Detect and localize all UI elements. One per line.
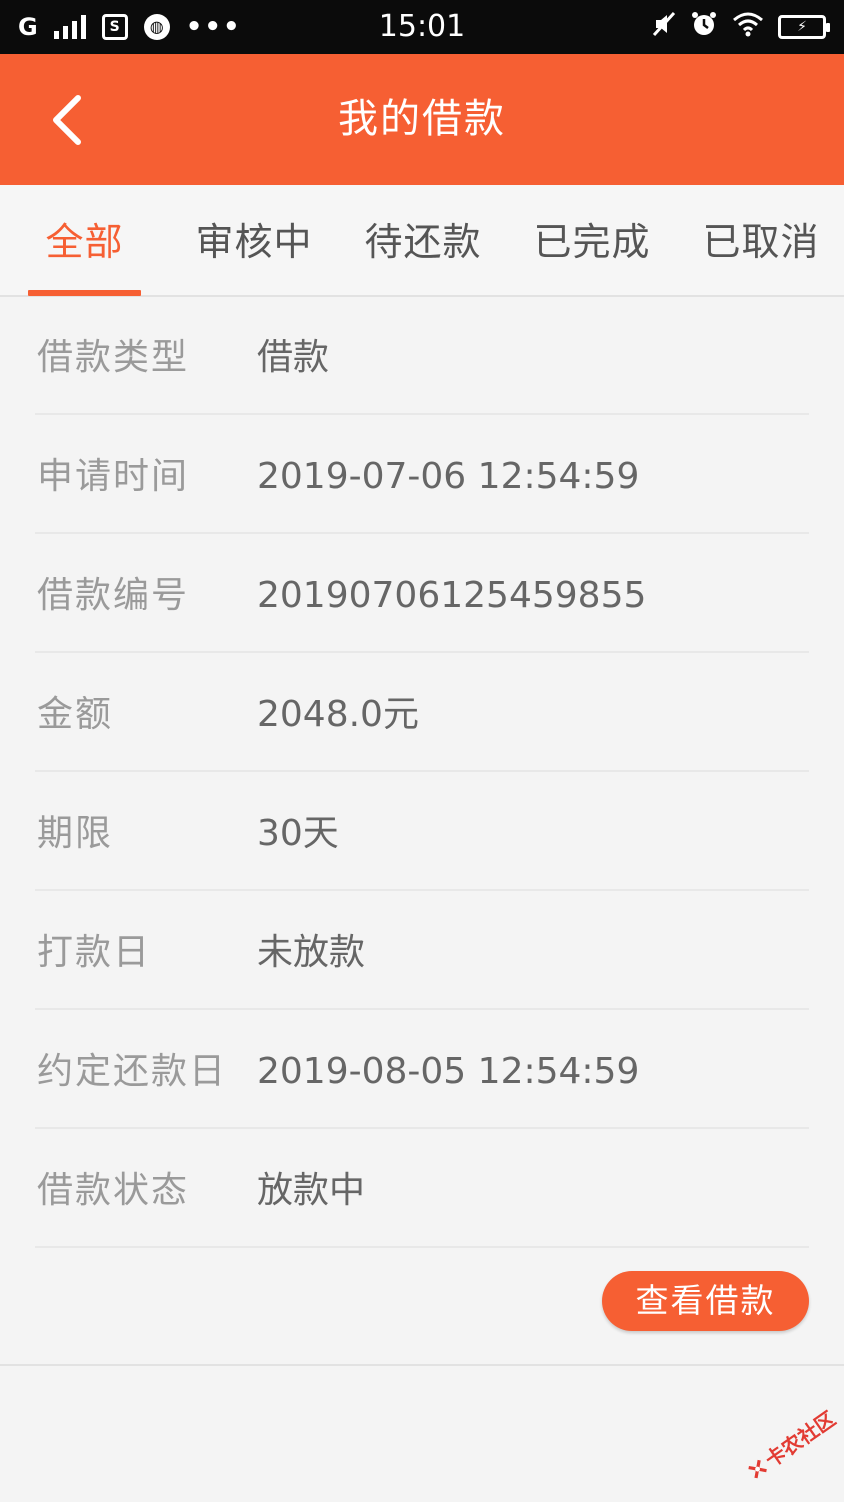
watermark: 卡农社区 bbox=[731, 1388, 844, 1502]
loan-status-value: 放款中 bbox=[257, 1170, 366, 1211]
tab-bar: 全部 审核中 待还款 已完成 已取消 bbox=[0, 185, 844, 297]
amount-value: 2048.0元 bbox=[257, 694, 419, 735]
tab-pending-repayment[interactable]: 待还款 bbox=[349, 217, 497, 267]
apply-time-row: 申请时间 2019-07-06 12:54:59 bbox=[35, 416, 809, 534]
page-title: 我的借款 bbox=[338, 96, 506, 142]
apply-time-label: 申请时间 bbox=[37, 456, 190, 497]
loan-type-value: 借款 bbox=[257, 337, 330, 378]
loan-number-label: 借款编号 bbox=[37, 575, 190, 616]
amount-row: 金额 2048.0元 bbox=[35, 654, 809, 772]
due-date-label: 约定还款日 bbox=[37, 1051, 228, 1092]
watermark-text: 卡农社区 bbox=[760, 1406, 840, 1473]
card-divider bbox=[0, 1364, 844, 1366]
title-bar: 我的借款 bbox=[0, 54, 844, 185]
term-value: 30天 bbox=[257, 813, 339, 854]
view-loan-button[interactable]: 查看借款 bbox=[602, 1271, 809, 1331]
tab-under-review[interactable]: 审核中 bbox=[180, 217, 328, 267]
tab-cancelled[interactable]: 已取消 bbox=[687, 217, 835, 267]
loan-type-label: 借款类型 bbox=[37, 337, 190, 378]
payout-date-label: 打款日 bbox=[37, 932, 152, 973]
loan-number-value: 20190706125459855 bbox=[257, 575, 647, 616]
payout-date-row: 打款日 未放款 bbox=[35, 892, 809, 1010]
amount-label: 金额 bbox=[37, 694, 114, 735]
active-tab-indicator bbox=[28, 290, 141, 296]
tab-all[interactable]: 全部 bbox=[28, 217, 141, 267]
tab-completed[interactable]: 已完成 bbox=[518, 217, 666, 267]
term-row: 期限 30天 bbox=[35, 773, 809, 891]
term-label: 期限 bbox=[37, 813, 114, 854]
loan-status-label: 借款状态 bbox=[37, 1170, 190, 1211]
battery-charging-icon: ⚡ bbox=[778, 15, 830, 39]
due-date-value: 2019-08-05 12:54:59 bbox=[257, 1051, 640, 1092]
status-bar: G S ◍ ••• 15:01 ⚡ bbox=[0, 0, 844, 54]
apply-time-value: 2019-07-06 12:54:59 bbox=[257, 456, 640, 497]
due-date-row: 约定还款日 2019-08-05 12:54:59 bbox=[35, 1011, 809, 1129]
alarm-icon bbox=[690, 10, 718, 45]
loan-type-row: 借款类型 借款 bbox=[35, 297, 809, 415]
loan-status-row: 借款状态 放款中 bbox=[35, 1130, 809, 1248]
mute-icon bbox=[652, 11, 676, 44]
wifi-icon bbox=[732, 11, 764, 44]
payout-date-value: 未放款 bbox=[257, 932, 366, 973]
loan-number-row: 借款编号 20190706125459855 bbox=[35, 535, 809, 653]
status-bar-right: ⚡ bbox=[652, 10, 830, 45]
